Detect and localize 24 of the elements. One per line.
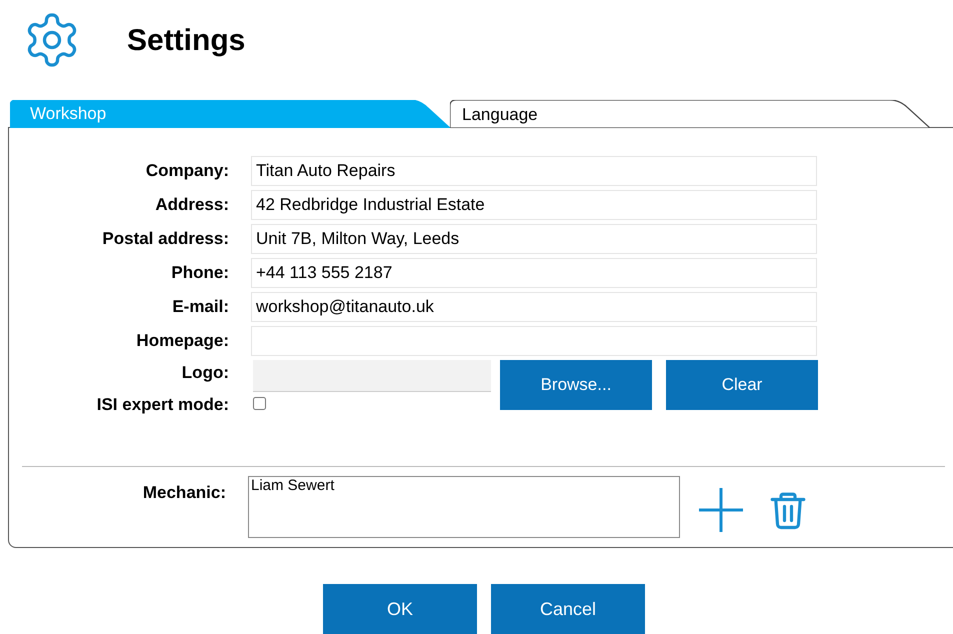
field-label: Homepage:	[135, 330, 229, 352]
field-label: Company:	[144, 160, 229, 182]
field-label: Address:	[154, 194, 229, 216]
field-label: Logo:	[182, 362, 229, 384]
field-label: E-mail:	[171, 296, 229, 318]
input-field[interactable]: 42 Redbridge Industrial Estate	[251, 190, 817, 220]
ok-button[interactable]: OK	[323, 584, 477, 634]
input-field[interactable]: Titan Auto Repairs	[251, 156, 817, 186]
input-field[interactable]: workshop@titanauto.uk	[251, 292, 817, 322]
plus-icon[interactable]	[697, 486, 745, 534]
list-item[interactable]: Liam Sewert	[249, 477, 679, 495]
page-title: Settings	[127, 22, 246, 58]
clear-button[interactable]: Clear	[666, 360, 818, 410]
input-field[interactable]: Unit 7B, Milton Way, Leeds	[251, 224, 817, 254]
checkbox[interactable]	[253, 397, 266, 410]
input-field[interactable]: +44 113 555 2187	[251, 258, 817, 288]
browse-button[interactable]: Browse...	[500, 360, 652, 410]
field-label: Phone:	[170, 262, 229, 284]
field-label: ISI expert mode:	[96, 394, 229, 416]
field-label: Postal address:	[101, 228, 229, 250]
input-field[interactable]	[251, 326, 817, 356]
field-label: Mechanic:	[142, 482, 226, 504]
cancel-button[interactable]: Cancel	[491, 584, 645, 634]
tab[interactable]: Language	[450, 100, 930, 128]
